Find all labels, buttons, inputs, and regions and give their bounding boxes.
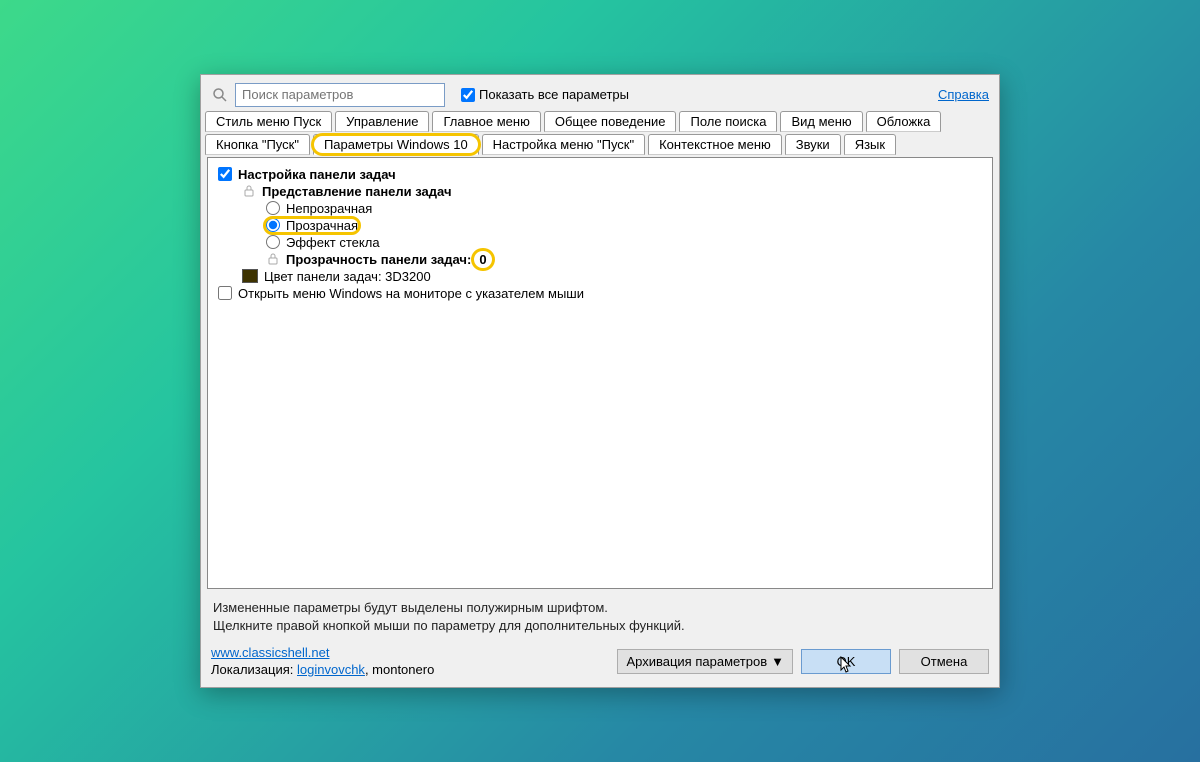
- localization-prefix: Локализация:: [211, 662, 293, 677]
- radio-opaque[interactable]: [266, 201, 280, 215]
- taskbar-view-label: Представление панели задач: [262, 184, 452, 199]
- radio-glass[interactable]: [266, 235, 280, 249]
- help-link[interactable]: Справка: [938, 87, 989, 102]
- open-on-monitor-row[interactable]: Открыть меню Windows на мониторе с указа…: [218, 285, 982, 302]
- taskbar-settings-checkbox-input[interactable]: [218, 167, 232, 181]
- ok-button[interactable]: OK: [801, 649, 891, 674]
- color-swatch[interactable]: [242, 269, 258, 283]
- radio-glass-label: Эффект стекла: [286, 235, 380, 250]
- tab-control[interactable]: Управление: [335, 111, 429, 132]
- hint-text: Измененные параметры будут выделены полу…: [201, 589, 999, 641]
- ok-button-label: OK: [837, 654, 856, 669]
- backup-dropdown-label: Архивация параметров: [626, 654, 767, 669]
- tab-start-button[interactable]: Кнопка "Пуск": [205, 134, 310, 155]
- tab-windows10-settings[interactable]: Параметры Windows 10: [313, 134, 479, 155]
- transparency-row[interactable]: Прозрачность панели задач: 0: [218, 251, 982, 268]
- chevron-down-icon: ▼: [771, 654, 784, 669]
- show-all-checkbox[interactable]: Показать все параметры: [461, 87, 629, 102]
- localization-tail: , montonero: [365, 662, 434, 677]
- radio-glass-row[interactable]: Эффект стекла: [218, 234, 982, 251]
- settings-window: Показать все параметры Справка Стиль мен…: [200, 74, 1000, 688]
- tab-sounds[interactable]: Звуки: [785, 134, 841, 155]
- localization-author-link[interactable]: loginvovchk: [297, 662, 365, 677]
- taskbar-settings-checkbox[interactable]: Настройка панели задач: [218, 166, 982, 183]
- tabs-row-2: Кнопка "Пуск" Параметры Windows 10 Настр…: [205, 134, 995, 155]
- localization-line: Локализация: loginvovchk, montonero: [211, 662, 434, 677]
- radio-transparent[interactable]: [266, 218, 280, 232]
- top-bar: Показать все параметры Справка: [201, 75, 999, 111]
- show-all-label: Показать все параметры: [479, 87, 629, 102]
- taskbar-settings-label: Настройка панели задач: [238, 167, 396, 182]
- tabs: Стиль меню Пуск Управление Главное меню …: [201, 111, 999, 155]
- footer-buttons: Архивация параметров ▼ OK Отмена: [617, 649, 989, 674]
- footer: www.classicshell.net Локализация: loginv…: [201, 641, 999, 687]
- cancel-button[interactable]: Отмена: [899, 649, 989, 674]
- tab-general-behavior[interactable]: Общее поведение: [544, 111, 677, 132]
- backup-dropdown[interactable]: Архивация параметров ▼: [617, 649, 793, 674]
- search-input[interactable]: [235, 83, 445, 107]
- tab-language[interactable]: Язык: [844, 134, 896, 155]
- tab-context-menu[interactable]: Контекстное меню: [648, 134, 782, 155]
- open-on-monitor-checkbox[interactable]: [218, 286, 232, 300]
- transparency-value: 0: [477, 252, 488, 267]
- tab-start-menu-style[interactable]: Стиль меню Пуск: [205, 111, 332, 132]
- hint-line-1: Измененные параметры будут выделены полу…: [213, 599, 987, 617]
- tab-search-box[interactable]: Поле поиска: [679, 111, 777, 132]
- radio-transparent-row[interactable]: Прозрачная: [218, 217, 982, 234]
- search-icon: [211, 86, 229, 104]
- radio-transparent-label: Прозрачная: [286, 218, 358, 233]
- open-on-monitor-label: Открыть меню Windows на мониторе с указа…: [238, 286, 584, 301]
- lock-icon: [266, 252, 280, 266]
- tab-menu-look[interactable]: Вид меню: [780, 111, 862, 132]
- site-link[interactable]: www.classicshell.net: [211, 645, 434, 660]
- radio-opaque-row[interactable]: Непрозрачная: [218, 200, 982, 217]
- taskbar-view-group: Представление панели задач: [218, 183, 982, 200]
- radio-opaque-label: Непрозрачная: [286, 201, 372, 216]
- tab-start-menu-config[interactable]: Настройка меню "Пуск": [482, 134, 645, 155]
- taskbar-color-label: Цвет панели задач: 3D3200: [264, 269, 431, 284]
- transparency-label: Прозрачность панели задач:: [286, 252, 471, 267]
- settings-tree: Настройка панели задач Представление пан…: [207, 157, 993, 589]
- tab-main-menu[interactable]: Главное меню: [432, 111, 540, 132]
- taskbar-color-row[interactable]: Цвет панели задач: 3D3200: [218, 268, 982, 285]
- lock-icon: [242, 184, 256, 198]
- footer-left: www.classicshell.net Локализация: loginv…: [211, 645, 434, 677]
- hint-line-2: Щелкните правой кнопкой мыши по параметр…: [213, 617, 987, 635]
- show-all-checkbox-input[interactable]: [461, 88, 475, 102]
- tabs-row-1: Стиль меню Пуск Управление Главное меню …: [205, 111, 995, 132]
- tab-skin[interactable]: Обложка: [866, 111, 942, 132]
